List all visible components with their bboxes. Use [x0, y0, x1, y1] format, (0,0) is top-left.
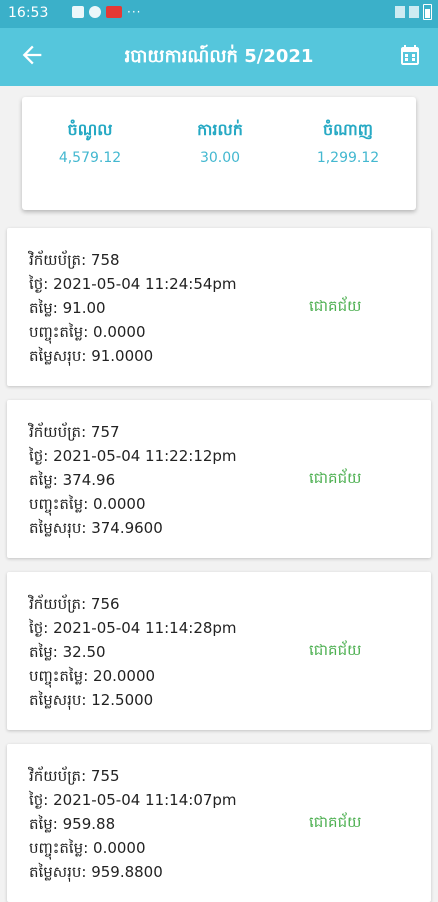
- expense-value: 1,299.12: [316, 150, 380, 166]
- invoice-date: ថ្ងៃ: 2021-05-04 11:22:12pm: [29, 447, 237, 465]
- wifi-icon: [395, 6, 405, 18]
- invoice-number: វិក័យប័ត្រ: 756: [29, 595, 120, 613]
- calendar-icon[interactable]: [398, 43, 422, 67]
- invoice-details: វិក័យប័ត្រ: 756 ថ្ងៃ: 2021-05-04 11:14:2…: [29, 592, 237, 712]
- income-summary: ចំណូល 4,579.12: [30, 119, 150, 166]
- app-notification-icon: [106, 6, 122, 18]
- invoice-price: តម្លៃ: 959.88: [29, 815, 116, 833]
- income-value: 4,579.12: [58, 150, 122, 166]
- invoice-card[interactable]: វិក័យប័ត្រ: 755 ថ្ងៃ: 2021-05-04 11:14:0…: [7, 744, 431, 902]
- facebook-icon: [89, 6, 101, 18]
- invoice-number: វិក័យប័ត្រ: 757: [29, 423, 120, 441]
- status-time: 16:53: [8, 5, 49, 21]
- invoice-details: វិក័យប័ត្រ: 757 ថ្ងៃ: 2021-05-04 11:22:1…: [29, 420, 237, 540]
- invoice-number: វិក័យប័ត្រ: 758: [29, 251, 120, 269]
- invoice-date: ថ្ងៃ: 2021-05-04 11:24:54pm: [29, 275, 237, 293]
- invoice-status: ជោគជ័យ: [309, 641, 362, 659]
- expense-label: ចំណាញ: [323, 120, 373, 139]
- invoice-date: ថ្ងៃ: 2021-05-04 11:14:28pm: [29, 619, 237, 637]
- signal-icon: [409, 6, 419, 18]
- invoice-card[interactable]: វិក័យប័ត្រ: 756 ថ្ងៃ: 2021-05-04 11:14:2…: [7, 572, 431, 730]
- sales-label: ការលក់: [197, 120, 243, 139]
- sales-value: 30.00: [199, 150, 241, 166]
- invoice-card[interactable]: វិក័យប័ត្រ: 757 ថ្ងៃ: 2021-05-04 11:22:1…: [7, 400, 431, 558]
- income-label: ចំណូល: [67, 120, 113, 139]
- invoice-discount: បញ្ចុះតម្លៃ: 20.0000: [29, 667, 156, 685]
- invoice-discount: បញ្ចុះតម្លៃ: 0.0000: [29, 495, 146, 513]
- more-notifications-icon: ···: [127, 5, 142, 19]
- invoice-details: វិក័យប័ត្រ: 758 ថ្ងៃ: 2021-05-04 11:24:5…: [29, 248, 237, 368]
- back-arrow-icon[interactable]: [18, 41, 46, 69]
- invoice-number: វិក័យប័ត្រ: 755: [29, 767, 120, 785]
- invoice-date: ថ្ងៃ: 2021-05-04 11:14:07pm: [29, 791, 237, 809]
- invoice-details: វិក័យប័ត្រ: 755 ថ្ងៃ: 2021-05-04 11:14:0…: [29, 764, 237, 884]
- invoice-price: តម្លៃ: 91.00: [29, 299, 106, 317]
- invoice-discount: បញ្ចុះតម្លៃ: 0.0000: [29, 839, 146, 857]
- sales-summary: ការលក់ 30.00: [160, 119, 280, 166]
- expense-summary: ចំណាញ 1,299.12: [288, 119, 408, 166]
- invoice-discount: បញ្ចុះតម្លៃ: 0.0000: [29, 323, 146, 341]
- summary-card: ចំណូល 4,579.12 ការលក់ 30.00 ចំណាញ 1,299.…: [22, 97, 416, 210]
- page-title: របាយការណ៍លក់ 5/2021: [124, 46, 314, 67]
- battery-icon: [423, 4, 432, 20]
- invoice-total: តម្លៃសរុប: 959.8800: [29, 863, 163, 881]
- invoice-total: តម្លៃសរុប: 374.9600: [29, 519, 163, 537]
- status-bar: 16:53 ···: [0, 0, 438, 28]
- app-bar: របាយការណ៍លក់ 5/2021: [0, 28, 438, 86]
- system-icons: [395, 4, 432, 20]
- invoice-card[interactable]: វិក័យប័ត្រ: 758 ថ្ងៃ: 2021-05-04 11:24:5…: [7, 228, 431, 386]
- invoice-status: ជោគជ័យ: [309, 297, 362, 315]
- gallery-icon: [72, 6, 84, 18]
- invoice-price: តម្លៃ: 374.96: [29, 471, 116, 489]
- invoice-total: តម្លៃសរុប: 12.5000: [29, 691, 154, 709]
- invoice-price: តម្លៃ: 32.50: [29, 643, 106, 661]
- notification-icons: ···: [72, 5, 141, 19]
- invoice-total: តម្លៃសរុប: 91.0000: [29, 347, 154, 365]
- invoice-status: ជោគជ័យ: [309, 469, 362, 487]
- invoice-status: ជោគជ័យ: [309, 813, 362, 831]
